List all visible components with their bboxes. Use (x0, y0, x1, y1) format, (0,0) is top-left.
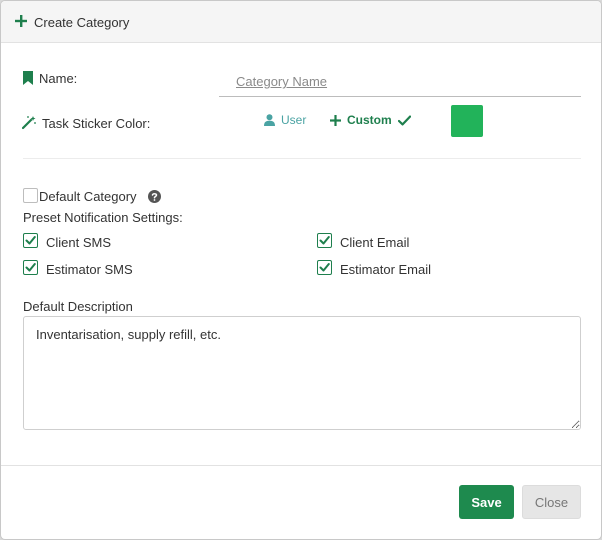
dialog-header: Create Category (1, 1, 601, 43)
checkmark-icon (319, 263, 330, 272)
estimator-sms-label: Estimator SMS (46, 262, 133, 277)
default-category-checkbox[interactable] (23, 188, 38, 203)
estimator-email-label: Estimator Email (340, 262, 432, 277)
plus-icon (330, 114, 341, 126)
client-sms-checkbox[interactable] (23, 233, 38, 248)
color-option-custom[interactable]: Custom (330, 113, 411, 127)
notification-settings-label: Preset Notification Settings: (23, 210, 183, 225)
estimator-sms-checkbox[interactable] (23, 260, 38, 275)
checkmark-icon (319, 236, 330, 245)
dialog-title: Create Category (34, 15, 130, 30)
category-name-input[interactable] (219, 67, 581, 97)
default-category-label: Default Category (39, 189, 137, 204)
question-circle-icon[interactable] (148, 190, 161, 203)
plus-icon (15, 15, 27, 27)
save-button[interactable]: Save (459, 485, 514, 519)
bookmark-icon (23, 71, 33, 85)
name-label: Name: (39, 71, 78, 86)
client-email-checkbox[interactable] (317, 233, 332, 248)
footer-divider (1, 465, 601, 466)
default-description-label: Default Description (23, 299, 133, 314)
sticker-color-label: Task Sticker Color: (42, 116, 151, 131)
magic-wand-icon (22, 116, 36, 130)
color-option-user[interactable]: User (264, 113, 306, 127)
color-swatch[interactable] (451, 105, 483, 137)
color-option-custom-label: Custom (347, 113, 392, 127)
color-option-user-label: User (281, 113, 307, 127)
checkmark-icon (397, 115, 411, 125)
client-email-label: Client Email (340, 235, 410, 250)
estimator-email-checkbox[interactable] (317, 260, 332, 275)
section-divider (23, 158, 581, 159)
checkmark-icon (25, 236, 36, 245)
user-icon (264, 114, 275, 126)
close-button[interactable]: Close (522, 485, 581, 519)
default-description-textarea[interactable]: Inventarisation, supply refill, etc. (23, 316, 581, 430)
checkmark-icon (25, 263, 36, 272)
client-sms-label: Client SMS (46, 235, 112, 250)
create-category-dialog: Create Category Name: Task Sticker Color… (0, 0, 602, 540)
